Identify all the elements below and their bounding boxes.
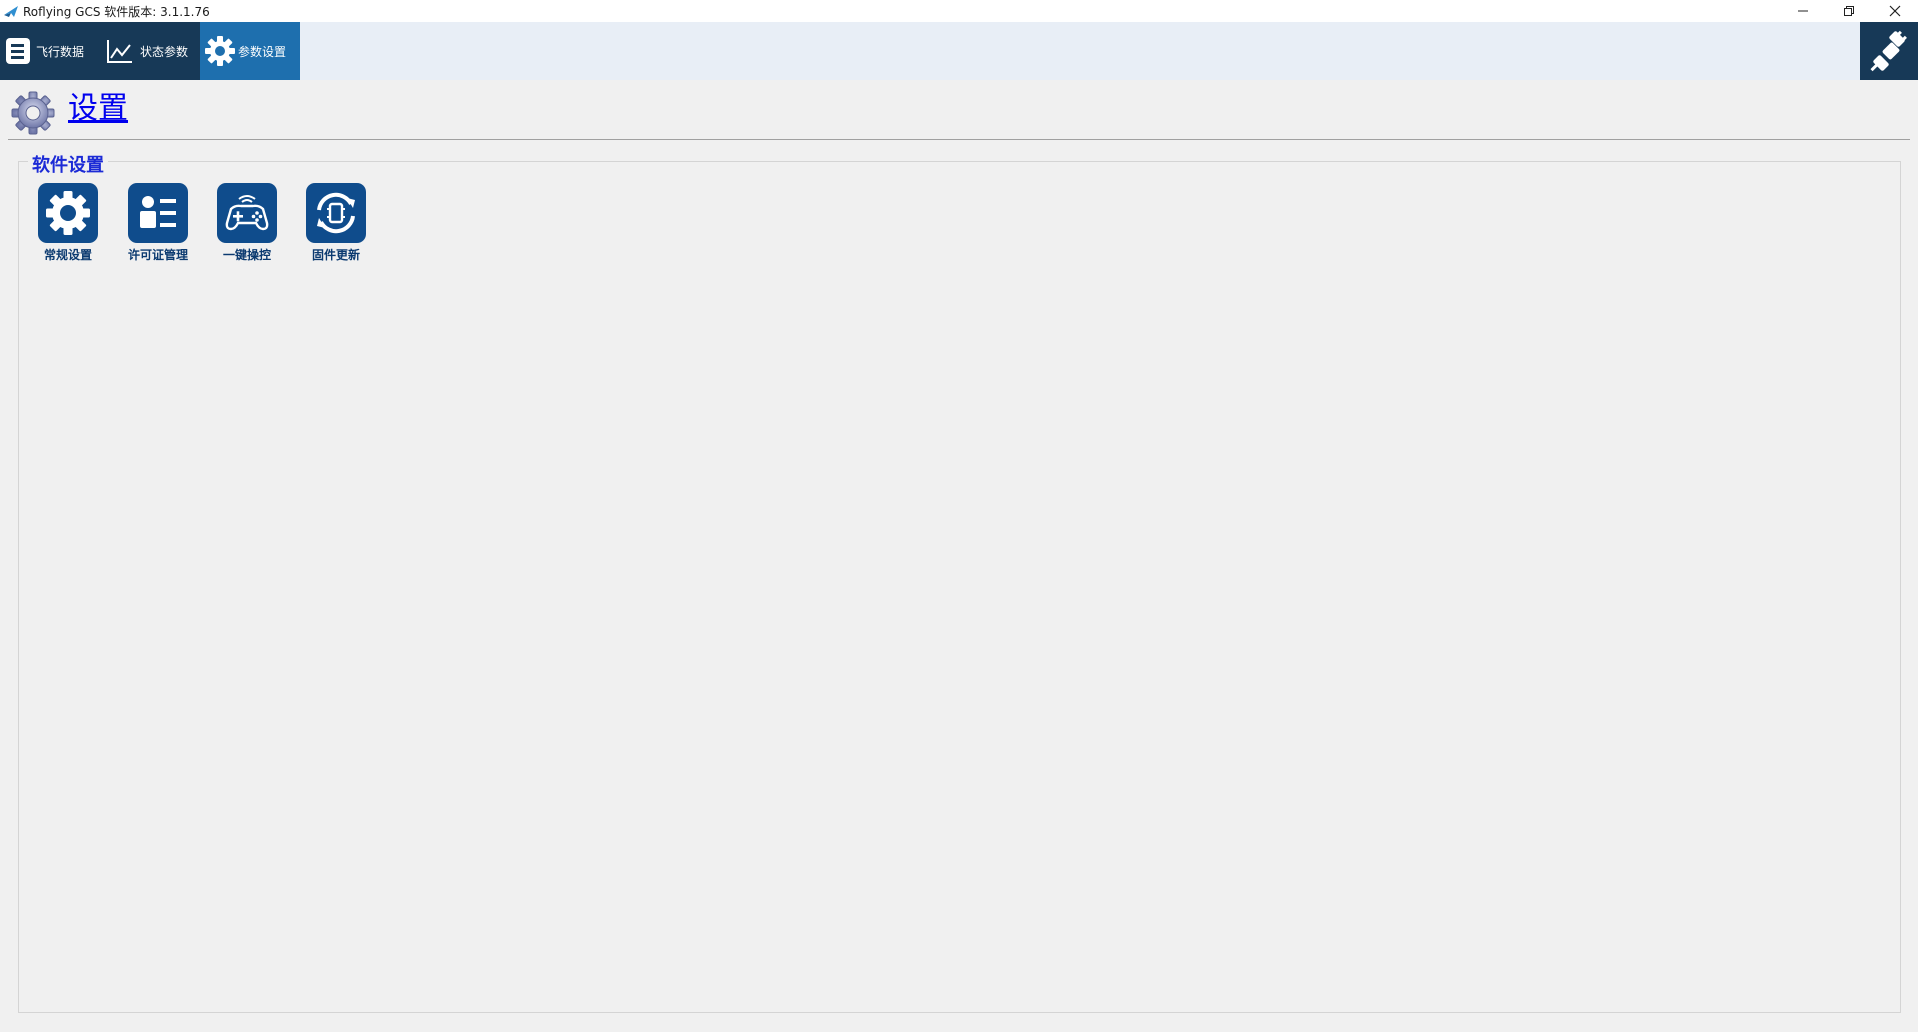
license-card-icon [140,196,176,228]
close-icon [1889,5,1901,17]
minimize-icon [1798,10,1808,12]
tile-icon-box [128,183,188,243]
app-logo-icon [4,6,18,17]
page-title-link[interactable]: 设置 [68,94,128,124]
tile-license-management[interactable]: 许可证管理 [114,183,202,263]
settings-gear-icon [11,91,55,135]
tile-general-settings[interactable]: 常规设置 [24,183,112,263]
tile-firmware-update[interactable]: 固件更新 [292,183,380,263]
tile-label: 常规设置 [43,248,92,262]
tile-icon-box [306,183,366,243]
connect-button[interactable] [1860,22,1918,80]
gear-icon [205,36,235,66]
gamepad-icon [225,195,269,231]
minimize-button[interactable] [1780,0,1826,22]
nav-item-flight-data[interactable]: 飞行数据 [0,22,100,80]
group-legend: 软件设置 [28,151,108,177]
disconnected-plug-icon [1870,30,1907,72]
window-controls [1780,0,1918,22]
page-header: 设置 [0,80,1918,140]
nav-item-param-settings[interactable]: 参数设置 [200,22,300,80]
nav-item-label: 参数设置 [238,44,287,59]
nav-item-label: 飞行数据 [36,44,85,59]
tile-label: 一键操控 [222,248,271,262]
tile-label: 固件更新 [311,248,360,262]
nav-item-status-params[interactable]: 状态参数 [100,22,200,80]
title-bar: Roflying GCS 软件版本: 3.1.1.76 [0,0,1918,22]
header-divider [8,139,1910,140]
tile-one-key-control[interactable]: 一键操控 [203,183,291,263]
firmware-update-icon [317,192,355,234]
close-button[interactable] [1872,0,1918,22]
chart-line-icon [107,40,132,63]
tile-label: 许可证管理 [127,248,188,262]
tile-icon-box [217,183,277,243]
top-nav-bar: 飞行数据 状态参数 参数设置 [0,22,1918,80]
nav-item-label: 状态参数 [140,44,189,59]
window-title: Roflying GCS 软件版本: 3.1.1.76 [23,4,210,19]
restore-icon [1844,6,1854,16]
software-settings-group [18,161,1901,1013]
restore-button[interactable] [1826,0,1872,22]
tile-icon-box [38,183,98,243]
gear-icon [46,191,90,235]
flight-data-icon [6,38,30,64]
